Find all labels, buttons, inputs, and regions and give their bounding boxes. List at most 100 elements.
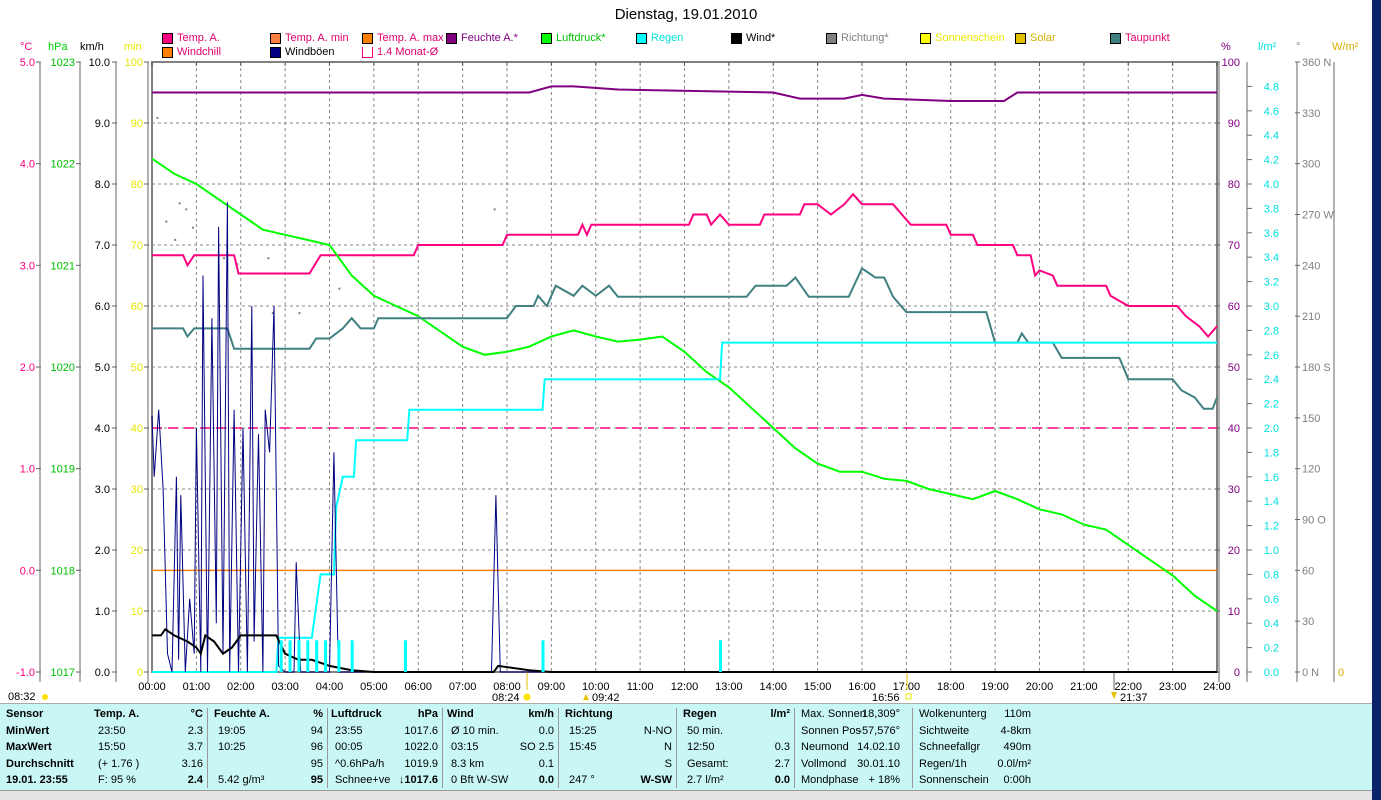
stats-value: 1019.9 — [404, 757, 438, 770]
stats-row: 15:25 N-NO — [565, 725, 672, 741]
time-tick-label: 06:00 — [404, 681, 432, 693]
degree-tick-label: 270 W — [1302, 210, 1334, 222]
window-edge — [1372, 0, 1381, 800]
kmh-tick-label: 8.0 — [95, 179, 110, 191]
stats-value: -57,576° — [858, 724, 900, 737]
stats-label: 19.01. 23:55 — [6, 774, 68, 786]
percent-tick-label: 20 — [1228, 545, 1240, 557]
stats-column: Wind km/h Ø 10 min. 0.0 03:15 SO 2.5 8.3 km 0.1… — [441, 708, 559, 788]
stats-row: Regen l/m² — [683, 708, 790, 724]
stats-row: 2.7 l/m² 0.0 — [683, 774, 790, 790]
stats-value: 0.0 — [538, 724, 554, 737]
stats-label: Temp. A. — [94, 708, 140, 720]
stats-label: Gesamt: — [687, 757, 729, 770]
stats-label: 00:05 — [335, 741, 363, 753]
stats-row: 95 — [214, 758, 323, 774]
stats-label: Schnee+ve — [335, 774, 391, 786]
stats-label: 15:50 — [98, 741, 126, 753]
stats-label: 03:15 — [451, 741, 479, 753]
time-tick-label: 07:00 — [449, 681, 477, 693]
time-tick-label: 04:00 — [316, 681, 344, 693]
time-tick-label: 21:00 — [1070, 681, 1098, 693]
stats-value: 2.3 — [187, 724, 203, 737]
hpa-tick-label: 1020 — [51, 362, 75, 374]
direction-point — [174, 238, 177, 241]
hpa-tick-label: 1017 — [51, 667, 75, 679]
stats-row: (+ 1.76 ) 3.16 — [94, 758, 203, 774]
stats-value: 18,309° — [861, 708, 900, 720]
stats-row: 5.42 g/m³ 95 — [214, 774, 323, 790]
percent-tick-label: 30 — [1228, 484, 1240, 496]
rain-bar — [337, 640, 341, 672]
direction-point — [156, 116, 159, 119]
min-tick-label: 10 — [131, 606, 143, 618]
stats-value: 1022.0 — [404, 741, 438, 753]
stats-row: Max. Sonnen 18,309° — [801, 708, 908, 724]
stats-row: 23:55 1017.6 — [331, 725, 438, 741]
lm2-tick-label: 0.2 — [1264, 643, 1279, 655]
stats-column: Luftdruck hPa 23:55 1017.6 00:05 1022.0 ^0.6hP… — [325, 708, 443, 788]
stats-label: Feuchte A. — [214, 708, 270, 720]
stats-value: 0.0 — [538, 774, 554, 786]
lm2-tick-label: 3.2 — [1264, 277, 1279, 289]
stats-label: ^0.6hPa/h — [335, 757, 385, 770]
degree-tick-label: 180 S — [1302, 362, 1331, 374]
hpa-tick-label: 1019 — [51, 464, 75, 476]
stats-value: hPa — [417, 708, 438, 720]
stats-column: Regen l/m² 50 min. 12:50 0.3 Gesamt: 2.7 2.7 l/… — [677, 708, 795, 788]
lm2-tick-label: 1.8 — [1264, 447, 1279, 459]
stats-value: 0.0 — [774, 774, 790, 786]
stats-label: 0 Bft W-SW — [451, 774, 509, 786]
lm2-tick-label: 4.4 — [1264, 130, 1279, 142]
percent-tick-label: 80 — [1228, 179, 1240, 191]
min-tick-label: 0 — [137, 667, 143, 679]
degree-tick-label: 0 N — [1302, 667, 1319, 679]
stats-row: Sensor — [6, 708, 84, 724]
rain-bar — [315, 640, 319, 672]
lm2-tick-label: 0.0 — [1264, 667, 1279, 679]
stats-value: km/h — [528, 708, 554, 720]
stats-row: Wind km/h — [447, 708, 554, 724]
stats-row: 0 Bft W-SW 0.0 — [447, 774, 554, 790]
lm2-tick-label: 1.6 — [1264, 472, 1279, 484]
stats-column: Wolkenunterg 110m Sichtweite 4-8km Schneefal… — [913, 708, 1043, 788]
stats-label: 23:50 — [98, 724, 126, 737]
kmh-tick-label: 4.0 — [95, 423, 110, 435]
moon-icon — [1111, 692, 1117, 699]
stats-row: Neumond 14.02.10 — [801, 741, 908, 757]
stats-row: MaxWert — [6, 741, 84, 757]
degree-tick-label: 90 O — [1302, 515, 1326, 527]
stats-row: 247 ° W-SW — [565, 774, 672, 790]
moonset-label: 21:37 — [1120, 692, 1148, 703]
min-tick-label: 60 — [131, 301, 143, 313]
stats-label: 50 min. — [687, 724, 724, 737]
time-tick-label: 11:00 — [627, 681, 654, 693]
axis-unit-left: km/h — [80, 41, 104, 53]
stats-value: 30.01.10 — [857, 757, 900, 770]
direction-point — [223, 257, 225, 260]
kmh-tick-label: 3.0 — [95, 484, 110, 496]
stats-row: 19.01. 23:55 — [6, 774, 84, 790]
stats-label: Vollmond — [801, 757, 847, 770]
time-tick-label: 12:00 — [671, 681, 699, 693]
direction-point — [178, 202, 181, 205]
lm2-tick-label: 4.0 — [1264, 179, 1279, 191]
direction-point — [165, 220, 168, 223]
stats-value: 2.7 — [774, 757, 790, 770]
stats-row: Sonnen Pos -57,576° — [801, 725, 908, 741]
sun-icon — [42, 694, 48, 700]
sunrise-label: 08:24 — [492, 692, 520, 703]
kmh-tick-label: 2.0 — [95, 545, 110, 557]
direction-point — [298, 312, 301, 315]
time-tick-label: 19:00 — [981, 681, 1009, 693]
hpa-tick-label: 1022 — [51, 159, 75, 171]
degree-tick-label: 240 — [1302, 260, 1320, 272]
stats-value: °C — [190, 708, 203, 720]
stats-column: Richtung 15:25 N-NO 15:45 N S 247 ° W-SW — [559, 708, 677, 788]
degree-tick-label: 60 — [1302, 565, 1314, 577]
time-tick-label: 15:00 — [804, 681, 832, 693]
degree-tick-label: 120 — [1302, 464, 1320, 476]
stats-value: 0:00h — [1003, 774, 1031, 786]
min-tick-label: 30 — [131, 484, 143, 496]
axis-unit-left: min — [124, 41, 142, 53]
